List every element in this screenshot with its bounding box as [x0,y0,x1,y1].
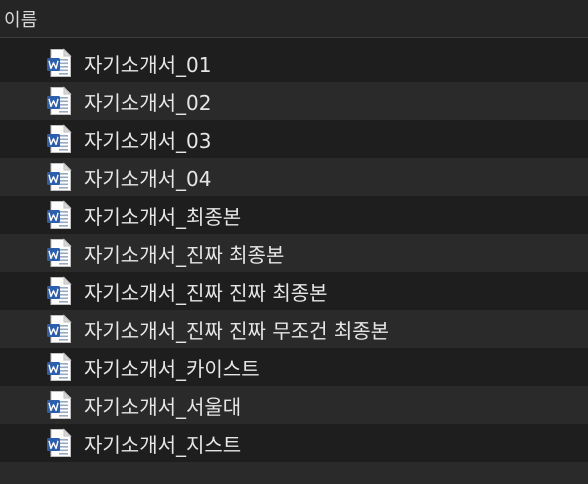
file-row[interactable]: 자기소개서_카이스트 [0,348,588,386]
file-list: 자기소개서_01 자기소개서_02 자기소개서_03 자기소개서_04 자기소개… [0,44,588,462]
word-document-icon [46,428,72,458]
file-row[interactable]: 자기소개서_최종본 [0,196,588,234]
file-name: 자기소개서_카이스트 [84,356,260,381]
word-document-icon [46,238,72,268]
file-row[interactable]: 자기소개서_04 [0,158,588,196]
file-row[interactable]: 자기소개서_진짜 진짜 무조건 최종본 [0,310,588,348]
file-name: 자기소개서_03 [84,128,212,153]
file-row[interactable]: 자기소개서_지스트 [0,424,588,462]
file-name: 자기소개서_진짜 최종본 [84,242,285,267]
name-column-header[interactable]: 이름 [0,0,588,38]
file-name: 자기소개서_지스트 [84,432,242,457]
file-name: 자기소개서_서울대 [84,394,242,419]
empty-row [0,462,588,484]
file-row[interactable]: 자기소개서_진짜 진짜 최종본 [0,272,588,310]
file-row[interactable]: 자기소개서_02 [0,82,588,120]
file-name: 자기소개서_진짜 진짜 무조건 최종본 [84,318,390,343]
word-document-icon [46,314,72,344]
word-document-icon [46,352,72,382]
file-name: 자기소개서_진짜 진짜 최종본 [84,280,328,305]
word-document-icon [46,276,72,306]
word-document-icon [46,200,72,230]
file-row[interactable]: 자기소개서_03 [0,120,588,158]
word-document-icon [46,162,72,192]
word-document-icon [46,48,72,78]
name-column-label: 이름 [4,9,38,31]
finder-list-view: 이름 자기소개서_01 자기소개서_02 자기소개서_03 자기소개서_04 자… [0,0,588,484]
file-row[interactable]: 자기소개서_진짜 최종본 [0,234,588,272]
file-row[interactable]: 자기소개서_서울대 [0,386,588,424]
file-name: 자기소개서_02 [84,90,212,115]
word-document-icon [46,390,72,420]
word-document-icon [46,86,72,116]
word-document-icon [46,124,72,154]
file-name: 자기소개서_04 [84,166,212,191]
file-name: 자기소개서_최종본 [84,204,242,229]
file-row[interactable]: 자기소개서_01 [0,44,588,82]
file-name: 자기소개서_01 [84,52,212,77]
